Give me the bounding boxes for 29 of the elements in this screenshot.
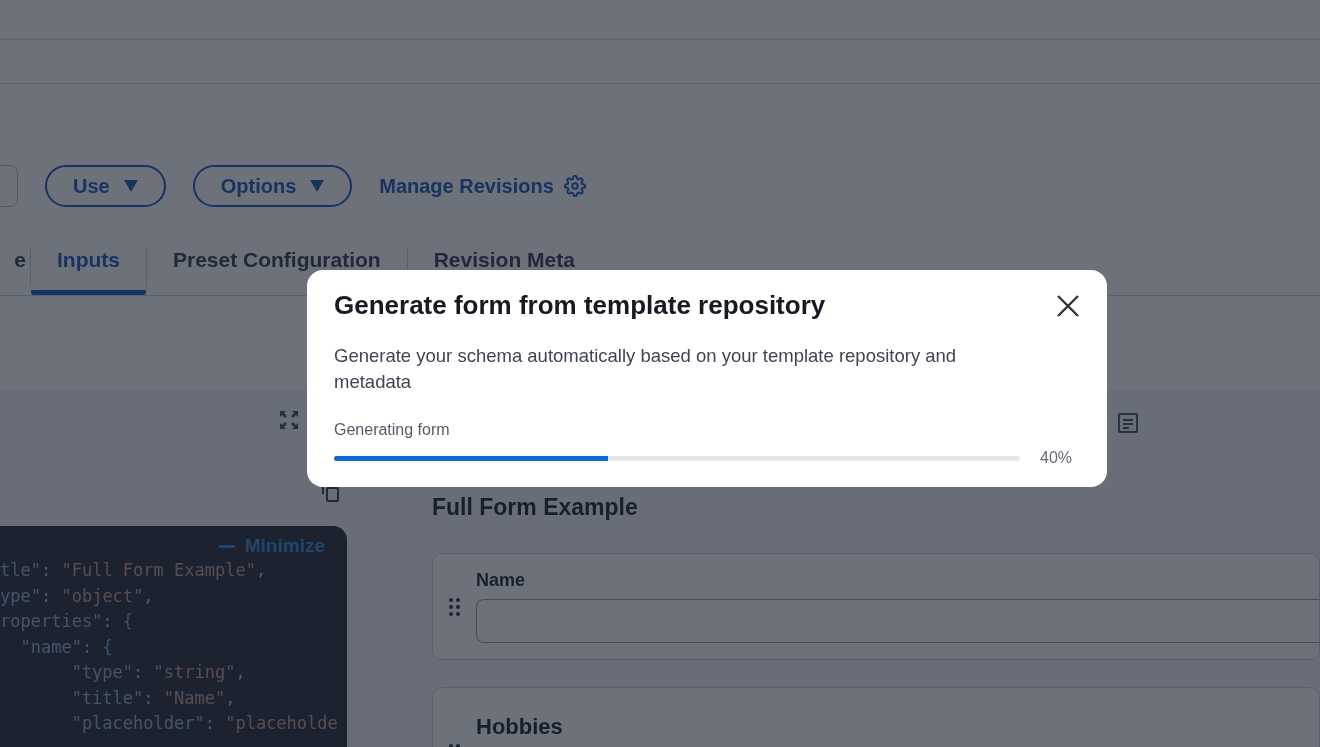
tab[interactable]: Inputs	[31, 244, 146, 295]
progress-percent: 40%	[1040, 449, 1073, 467]
caret-icon	[310, 180, 325, 192]
code-line: roperties": {	[0, 610, 135, 633]
field-label: Hobbies	[476, 714, 564, 740]
dropdown-button[interactable]: Options	[192, 165, 353, 207]
settings-icon	[563, 175, 586, 197]
code-line: "title": "Name",	[70, 686, 237, 710]
note-icon[interactable]	[1117, 412, 1139, 434]
progress-label: Generating form	[334, 421, 451, 439]
manage-revisions-link[interactable]: Manage Revisions	[379, 174, 586, 198]
form-title: Full Form Example	[432, 494, 639, 521]
code-line: "type": "string",	[70, 661, 247, 684]
drag-handle-icon[interactable]	[449, 597, 460, 616]
caret-icon	[123, 180, 138, 192]
dropdown-button[interactable]: Use	[45, 165, 166, 207]
code-line: "placeholder": "placeholde	[70, 712, 339, 735]
field-label: Name	[476, 570, 527, 591]
code-line: ype": "object",	[0, 584, 155, 608]
dialog-description: Generate your schema automatically based on your template repository and metadata	[334, 344, 958, 394]
input-field[interactable]	[476, 599, 1319, 643]
code-line: "name": {	[19, 635, 114, 659]
close-button[interactable]	[1056, 293, 1080, 318]
code-editor[interactable]: Minimize tle": "Full Form Example", ype": "object", roperties": { "name": { "type": "string", "title": "Name", "placeholder": "placeholde	[0, 526, 347, 747]
minus-icon	[218, 544, 235, 548]
minimize-button[interactable]: Minimize	[212, 534, 331, 558]
code-line: tle": "Full Form Example",	[0, 559, 268, 582]
tab[interactable]: e	[0, 244, 30, 295]
expand-icon[interactable]	[279, 410, 299, 430]
